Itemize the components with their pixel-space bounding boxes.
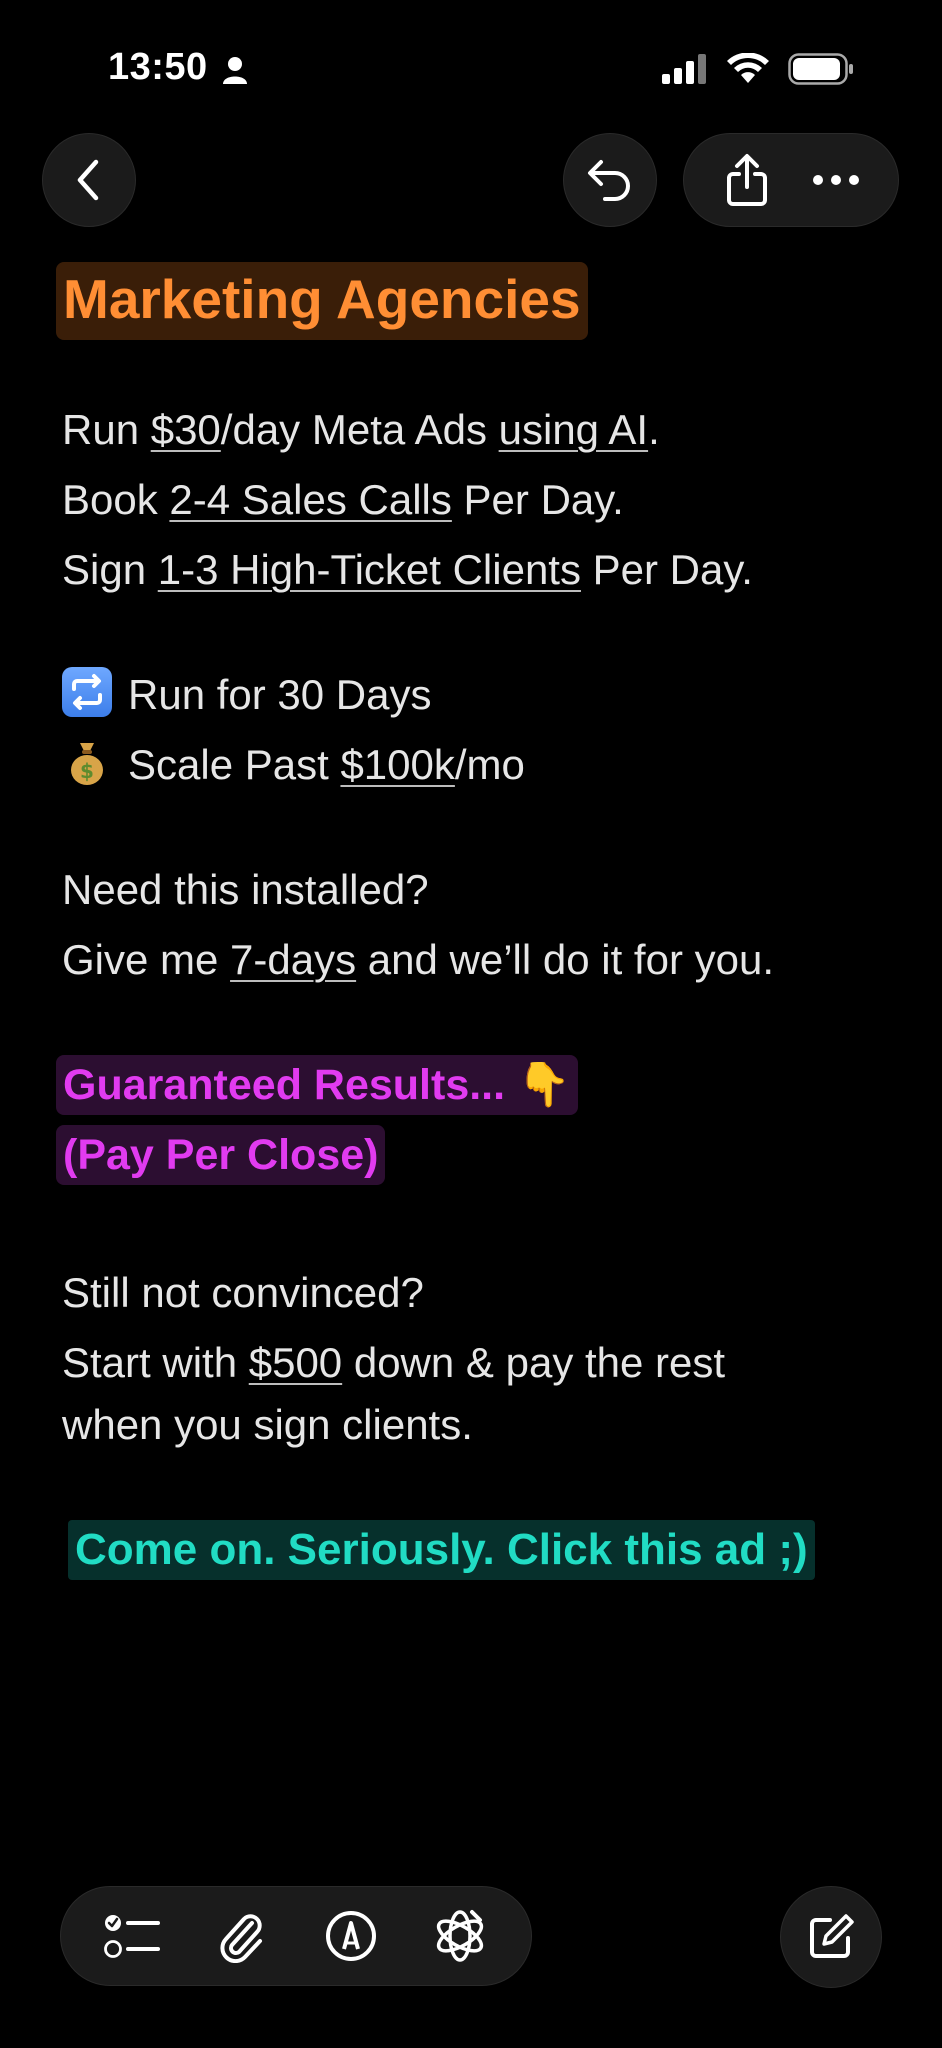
compose-button[interactable]: [780, 1886, 882, 1988]
note-line-2[interactable]: Book 2-4 Sales Calls Per Day.: [62, 470, 624, 530]
note-line-5[interactable]: Give me 7-days and we’ll do it for you.: [62, 930, 774, 990]
note-bullet-1[interactable]: Run for 30 Days: [62, 665, 431, 725]
bottom-toolbar: [60, 1886, 532, 1986]
note-title[interactable]: Marketing Agencies: [63, 268, 581, 330]
undo-icon: [588, 160, 630, 201]
note-bullet-2[interactable]: $ Scale Past $100k/mo: [62, 735, 525, 795]
pay-per-close-highlight[interactable]: (Pay Per Close): [56, 1125, 386, 1185]
note-line-4[interactable]: Need this installed?: [62, 860, 429, 920]
status-time: 13:50: [108, 46, 208, 88]
back-button[interactable]: [42, 133, 136, 227]
ellipsis-icon: [812, 175, 859, 185]
chevron-left-icon: [77, 159, 99, 201]
money-bag-emoji-icon: $: [62, 737, 112, 787]
cta-highlight[interactable]: Come on. Seriously. Click this ad ;): [68, 1520, 815, 1580]
checklist-icon: [103, 1915, 160, 1958]
note-line-7[interactable]: Start with $500 down & pay the rest: [62, 1333, 725, 1393]
compose-icon: [810, 1914, 854, 1958]
note-line-3[interactable]: Sign 1-3 High-Ticket Clients Per Day.: [62, 540, 753, 600]
markup-button[interactable]: [316, 1901, 386, 1971]
checklist-button[interactable]: [97, 1901, 167, 1971]
more-button[interactable]: [796, 140, 876, 220]
status-bar: 13:50: [0, 0, 942, 120]
battery-icon: [788, 53, 853, 85]
share-icon: [726, 154, 767, 206]
apple-intelligence-icon: [437, 1910, 484, 1962]
note-line-1[interactable]: Run $30/day Meta Ads using AI.: [62, 400, 660, 460]
paperclip-icon: [220, 1914, 263, 1963]
share-more-group: [683, 133, 899, 227]
note-title-highlight: Marketing Agencies: [56, 262, 588, 340]
person-icon: [223, 57, 247, 84]
wifi-icon: [727, 53, 769, 83]
writing-tools-button[interactable]: [425, 1901, 495, 1971]
share-button[interactable]: [707, 140, 787, 220]
undo-button[interactable]: [563, 133, 657, 227]
attach-button[interactable]: [206, 1901, 276, 1971]
guarantee-highlight[interactable]: Guaranteed Results... 👇: [56, 1055, 578, 1115]
note-line-6[interactable]: Still not convinced?: [62, 1263, 424, 1323]
status-indicators: [662, 52, 854, 86]
note-line-8[interactable]: when you sign clients.: [62, 1395, 473, 1455]
repeat-emoji-icon: [62, 667, 112, 717]
cellular-signal-icon: [662, 54, 706, 84]
pen-circle-icon: [325, 1911, 376, 1961]
svg-text:$: $: [80, 759, 94, 783]
